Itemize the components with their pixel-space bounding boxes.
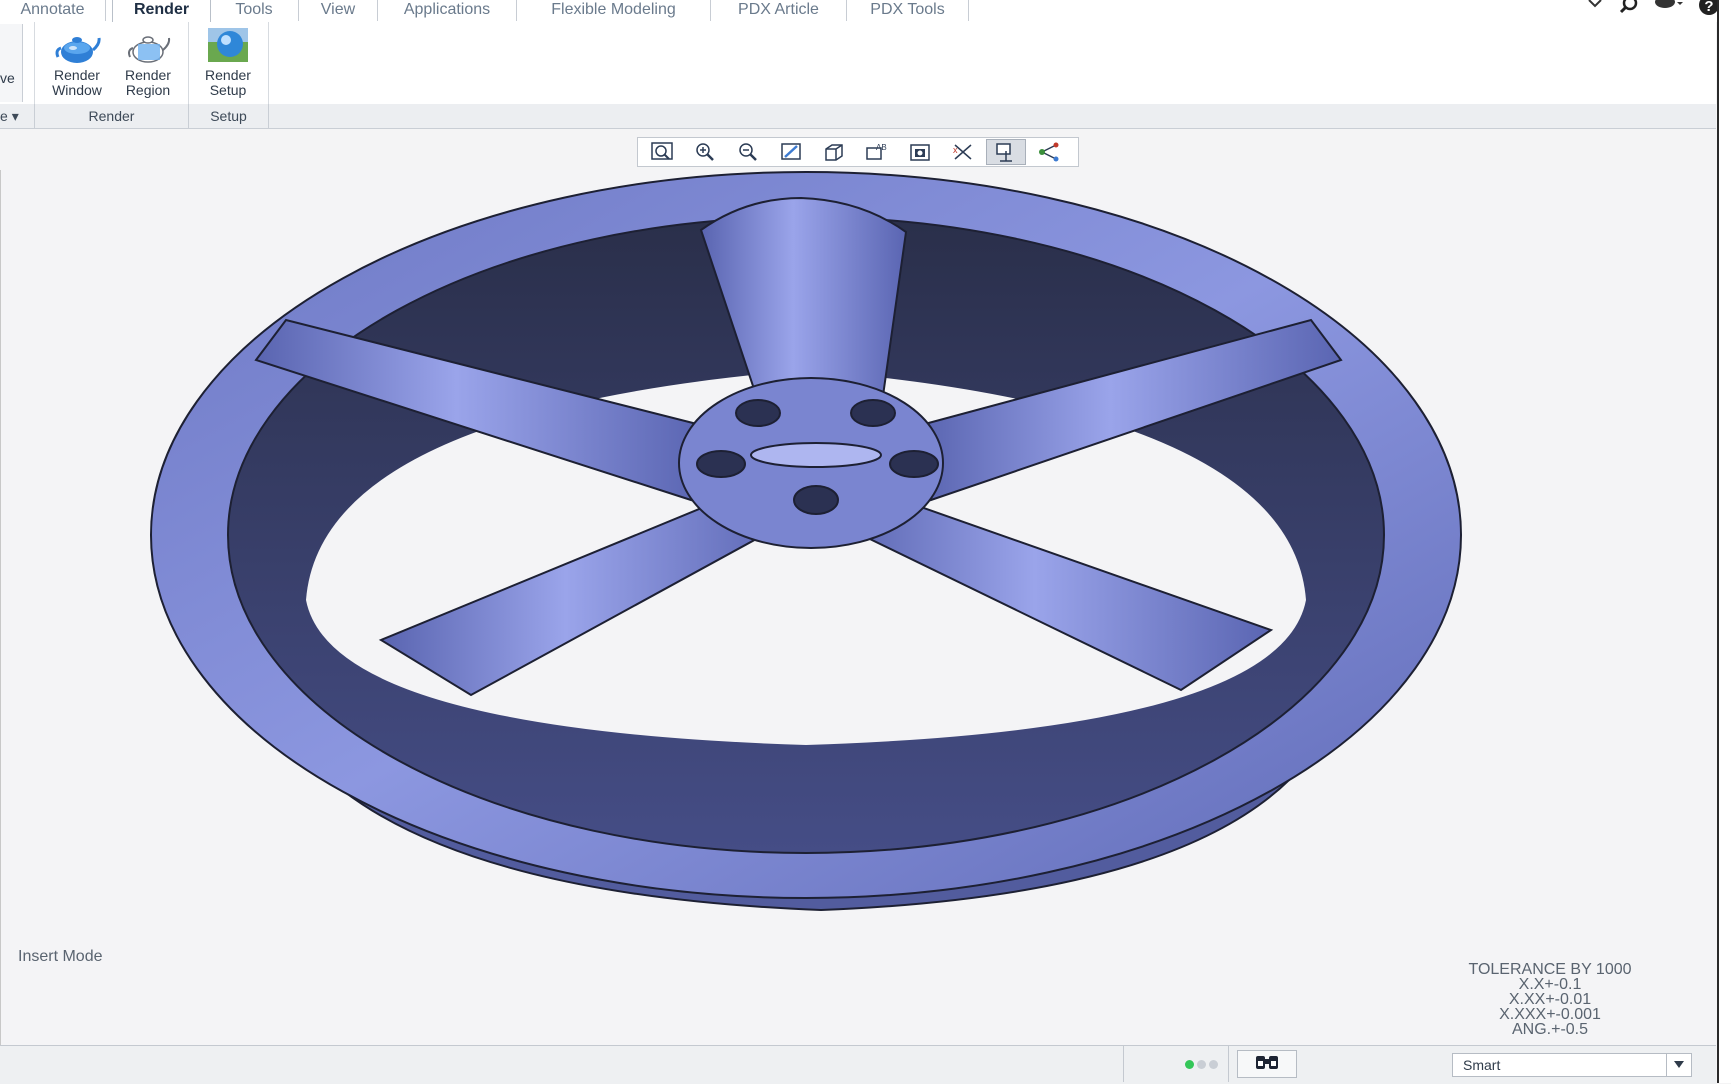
render-region-button[interactable]: Render Region (113, 24, 183, 102)
regen-status-indicator[interactable] (1185, 1060, 1218, 1069)
partial-command-label: ve (0, 70, 15, 86)
group-label-setup: Setup (189, 104, 269, 128)
display-style-icon[interactable] (814, 139, 854, 165)
status-dot-green (1185, 1060, 1194, 1069)
find-button[interactable] (1237, 1050, 1297, 1078)
group-label-render: Render (35, 104, 189, 128)
tab-view[interactable]: View (299, 0, 378, 21)
chevron-down-icon[interactable] (1666, 1054, 1691, 1076)
partial-command-button[interactable]: ve (0, 24, 23, 102)
tab-flexible-modeling[interactable]: Flexible Modeling (517, 0, 711, 21)
tolerance-table: TOLERANCE BY 1000 X.X+-0.1 X.XX+-0.01 X.… (1430, 961, 1670, 1038)
tolerance-header: TOLERANCE BY 1000 (1468, 961, 1632, 978)
svg-text:?: ? (1704, 0, 1713, 15)
mode-indicator: Insert Mode (18, 948, 103, 965)
collapse-ribbon-icon[interactable] (1585, 0, 1605, 16)
ribbon-panel: ve Render Window Render Region Render Se… (0, 22, 1716, 105)
tab-annotate[interactable]: Annotate (0, 0, 106, 21)
binoculars-icon (1252, 1052, 1282, 1077)
tolerance-line: ANG.+-0.5 (1511, 1021, 1589, 1038)
window-right-edge (1717, 0, 1731, 1083)
zoom-out-icon[interactable] (728, 139, 768, 165)
wheel-model[interactable] (1, 170, 1717, 1045)
render-setup-button[interactable]: Render Setup (193, 24, 263, 102)
tab-applications[interactable]: Applications (378, 0, 517, 21)
partial-group-label[interactable]: e ▾ (0, 104, 35, 128)
refit-icon[interactable] (642, 139, 682, 165)
selection-filter-value: Smart (1463, 1057, 1501, 1073)
svg-text:AB: AB (876, 143, 887, 152)
status-dot (1197, 1060, 1206, 1069)
tolerance-line: X.XXX+-0.001 (1499, 1006, 1601, 1023)
tab-render[interactable]: Render (112, 0, 211, 23)
status-dot (1209, 1060, 1218, 1069)
database-icon[interactable] (1653, 0, 1683, 16)
graphics-viewport[interactable] (0, 170, 1717, 1045)
render-region-label: Render Region (125, 67, 171, 98)
ribbon-group-bar: e ▾ Render Setup (0, 104, 1716, 129)
teapot-icon (53, 26, 101, 66)
render-setup-label: Render Setup (205, 67, 251, 98)
selection-filter-dropdown[interactable]: Smart (1452, 1053, 1692, 1077)
view-toolbar: AB x (637, 137, 1079, 167)
render-window-button[interactable]: Render Window (42, 24, 112, 102)
tab-pdx-article[interactable]: PDX Article (711, 0, 847, 21)
datum-display-icon[interactable] (986, 139, 1026, 165)
tolerance-line: X.X+-0.1 (1518, 976, 1582, 993)
tab-tools[interactable]: Tools (210, 0, 299, 21)
repaint-icon[interactable] (771, 139, 811, 165)
teapot-region-icon (124, 26, 172, 66)
tab-pdx-tools[interactable]: PDX Tools (847, 0, 969, 21)
render-window-label: Render Window (52, 67, 102, 98)
ribbon-tab-bar: Annotate Render Tools View Applications … (0, 0, 1731, 23)
svg-text:x: x (953, 145, 958, 155)
search-icon[interactable] (1619, 0, 1639, 16)
zoom-in-icon[interactable] (685, 139, 725, 165)
chevron-down-icon: ▾ (11, 108, 19, 124)
render-sphere-icon (204, 26, 252, 66)
spin-center-icon[interactable] (1029, 139, 1069, 165)
annotation-display-icon[interactable]: x (943, 139, 983, 165)
tolerance-line: X.XX+-0.01 (1508, 991, 1592, 1008)
saved-orientations-icon[interactable]: AB (857, 139, 897, 165)
view-manager-icon[interactable] (900, 139, 940, 165)
